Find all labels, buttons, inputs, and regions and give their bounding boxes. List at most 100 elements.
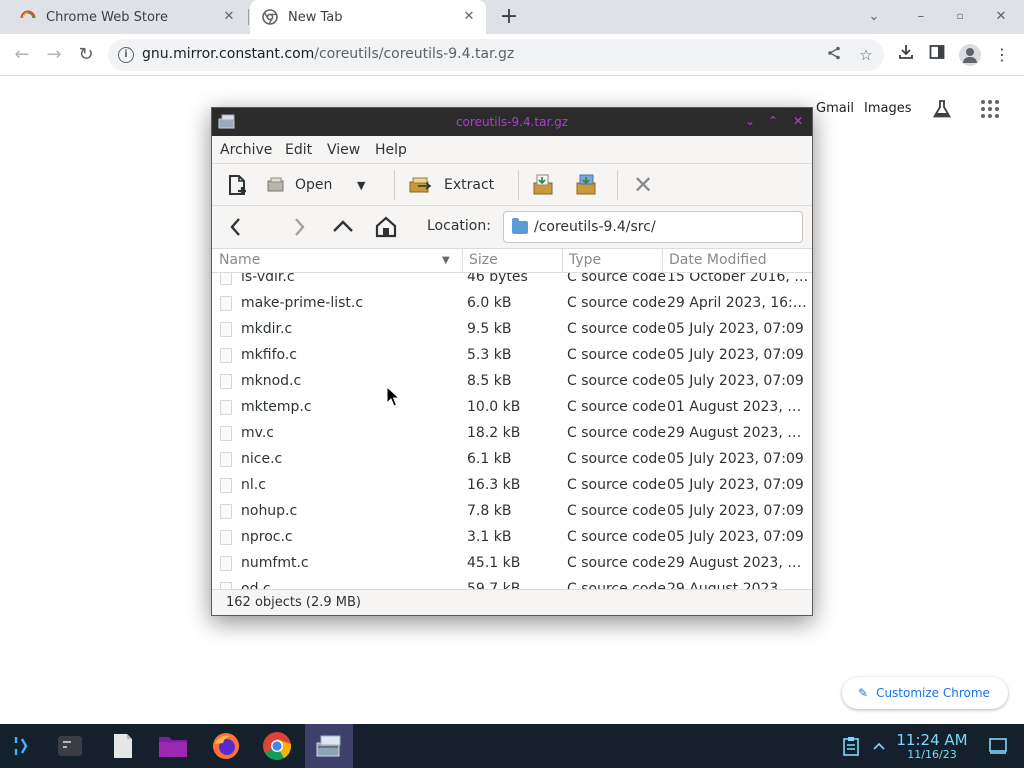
images-link[interactable]: Images xyxy=(864,101,912,116)
side-panel-icon[interactable] xyxy=(926,44,948,66)
table-row[interactable]: nl.c 16.3 kB C source code 05 July 2023, 07… xyxy=(212,473,812,499)
add-files-button[interactable] xyxy=(531,170,557,200)
labs-flask-icon[interactable] xyxy=(931,98,953,120)
file-icon xyxy=(220,504,232,519)
forward-icon[interactable]: → xyxy=(43,44,65,66)
file-name: nl.c xyxy=(241,477,266,493)
go-home-button[interactable] xyxy=(374,212,398,242)
maximize-icon[interactable]: ▫ xyxy=(951,8,969,26)
menu-help[interactable]: Help xyxy=(375,142,407,158)
extract-button[interactable]: Extract xyxy=(408,170,494,200)
profile-avatar[interactable] xyxy=(959,44,981,66)
chrome-taskbar-icon[interactable] xyxy=(262,731,292,761)
menu-view[interactable]: View xyxy=(327,142,360,158)
minimize-icon[interactable]: – xyxy=(912,8,930,26)
maximize-icon[interactable]: ⌃ xyxy=(765,113,781,129)
add-folder-button[interactable] xyxy=(574,170,600,200)
tab-strip: Chrome Web Store ✕ New Tab ✕ + ⌄ – ▫ ✕ xyxy=(0,0,1024,34)
archive-manager-taskbar-icon[interactable] xyxy=(305,724,353,768)
close-window-icon[interactable]: ✕ xyxy=(992,8,1010,26)
stop-button[interactable]: ✕ xyxy=(633,170,653,200)
go-up-button[interactable] xyxy=(331,212,355,242)
table-row[interactable]: make-prime-list.c 6.0 kB C source code 29 A… xyxy=(212,291,812,317)
new-archive-icon xyxy=(229,175,246,195)
tab-search-chevron-icon[interactable]: ⌄ xyxy=(865,8,883,26)
sort-descending-icon[interactable]: ▼ xyxy=(442,255,450,266)
bookmark-star-icon[interactable]: ☆ xyxy=(856,45,876,65)
file-date-modified: 05 July 2023, 07:09 xyxy=(667,347,804,363)
reload-icon[interactable]: ↻ xyxy=(75,44,97,66)
table-row[interactable]: od.c 59.7 kB C source code 29 August 2023, … xyxy=(212,577,812,589)
address-bar[interactable]: i gnu.mirror.constant.com/coreutils/core… xyxy=(108,39,884,71)
menu-edit[interactable]: Edit xyxy=(285,142,312,158)
taskbar-clock[interactable]: 11:24 AM 11/16/23 xyxy=(892,732,972,761)
table-row[interactable]: nice.c 6.1 kB C source code 05 July 2023, 0… xyxy=(212,447,812,473)
file-name: mkfifo.c xyxy=(241,347,297,363)
location-label: Location: xyxy=(427,218,491,234)
file-type: C source code xyxy=(567,529,666,545)
new-tab-button[interactable]: + xyxy=(498,6,520,29)
file-size: 5.3 kB xyxy=(467,347,512,363)
file-icon xyxy=(220,374,232,389)
open-button[interactable]: Open xyxy=(267,170,332,200)
table-row[interactable]: mknod.c 8.5 kB C source code 05 July 2023, … xyxy=(212,369,812,395)
tab-chrome-web-store[interactable]: Chrome Web Store ✕ xyxy=(8,0,246,34)
column-date-modified[interactable]: Date Modified xyxy=(669,252,767,268)
text-editor-icon[interactable] xyxy=(108,731,138,761)
file-type: C source code xyxy=(567,477,666,493)
file-type: C source code xyxy=(567,321,666,337)
close-tab-icon[interactable]: ✕ xyxy=(222,10,236,24)
firefox-icon[interactable] xyxy=(211,731,241,761)
file-icon xyxy=(220,296,232,311)
column-size[interactable]: Size xyxy=(469,252,498,268)
file-type: C source code xyxy=(567,503,666,519)
new-archive-button[interactable] xyxy=(225,170,251,200)
table-row[interactable]: numfmt.c 45.1 kB C source code 29 August 20… xyxy=(212,551,812,577)
minimize-icon[interactable]: ⌄ xyxy=(742,113,758,129)
file-size: 18.2 kB xyxy=(467,425,521,441)
show-desktop-icon[interactable] xyxy=(983,731,1013,761)
clipboard-icon[interactable] xyxy=(836,731,866,761)
location-field[interactable]: /coreutils-9.4/src/ xyxy=(503,211,803,243)
tray-expand-chevron-icon[interactable] xyxy=(864,731,894,761)
close-tab-icon[interactable]: ✕ xyxy=(462,10,476,24)
site-info-icon[interactable]: i xyxy=(118,47,134,63)
chrome-menu-icon[interactable]: ⋮ xyxy=(991,44,1013,66)
file-list[interactable]: ls-vdir.c 46 bytes C source code 15 October… xyxy=(212,248,812,589)
table-row[interactable]: nohup.c 7.8 kB C source code 05 July 2023, … xyxy=(212,499,812,525)
table-row[interactable]: mkfifo.c 5.3 kB C source code 05 July 2023,… xyxy=(212,343,812,369)
download-icon[interactable] xyxy=(895,44,917,66)
open-dropdown-button[interactable]: ▼ xyxy=(357,170,375,200)
table-row[interactable]: mktemp.c 10.0 kB C source code 01 August 20… xyxy=(212,395,812,421)
customize-chrome-button[interactable]: ✎ Customize Chrome xyxy=(842,677,1008,709)
table-row[interactable]: mkdir.c 9.5 kB C source code 05 July 2023, … xyxy=(212,317,812,343)
table-row[interactable]: nproc.c 3.1 kB C source code 05 July 2023, … xyxy=(212,525,812,551)
back-icon[interactable]: ← xyxy=(11,44,33,66)
files-folder-icon[interactable] xyxy=(158,731,188,761)
gmail-link[interactable]: Gmail xyxy=(816,101,854,116)
close-window-icon[interactable]: ✕ xyxy=(790,113,806,129)
file-size: 9.5 kB xyxy=(467,321,512,337)
share-icon[interactable] xyxy=(824,45,844,65)
file-size: 45.1 kB xyxy=(467,555,521,571)
menu-archive[interactable]: Archive xyxy=(220,142,272,158)
window-titlebar[interactable]: coreutils-9.4.tar.gz ⌄ ⌃ ✕ xyxy=(212,108,812,136)
file-type: C source code xyxy=(567,451,666,467)
apps-grid-icon[interactable] xyxy=(980,99,1000,119)
file-name: nproc.c xyxy=(241,529,293,545)
file-icon xyxy=(220,348,232,363)
file-icon xyxy=(220,530,232,545)
column-name[interactable]: Name xyxy=(219,252,260,268)
file-date-modified: 05 July 2023, 07:09 xyxy=(667,529,804,545)
go-back-button[interactable] xyxy=(227,212,245,242)
tab-new-tab[interactable]: New Tab ✕ xyxy=(250,0,486,34)
clock-date: 11/16/23 xyxy=(907,748,957,761)
table-row[interactable]: mv.c 18.2 kB C source code 29 August 2023, … xyxy=(212,421,812,447)
column-type[interactable]: Type xyxy=(569,252,601,268)
toolbar-separator xyxy=(394,170,395,200)
add-folder-icon xyxy=(576,174,596,195)
app-launcher-icon[interactable] xyxy=(8,731,38,761)
go-forward-button[interactable] xyxy=(290,212,308,242)
terminal-icon[interactable] xyxy=(55,731,85,761)
url-text[interactable]: gnu.mirror.constant.com/coreutils/coreut… xyxy=(142,46,514,62)
